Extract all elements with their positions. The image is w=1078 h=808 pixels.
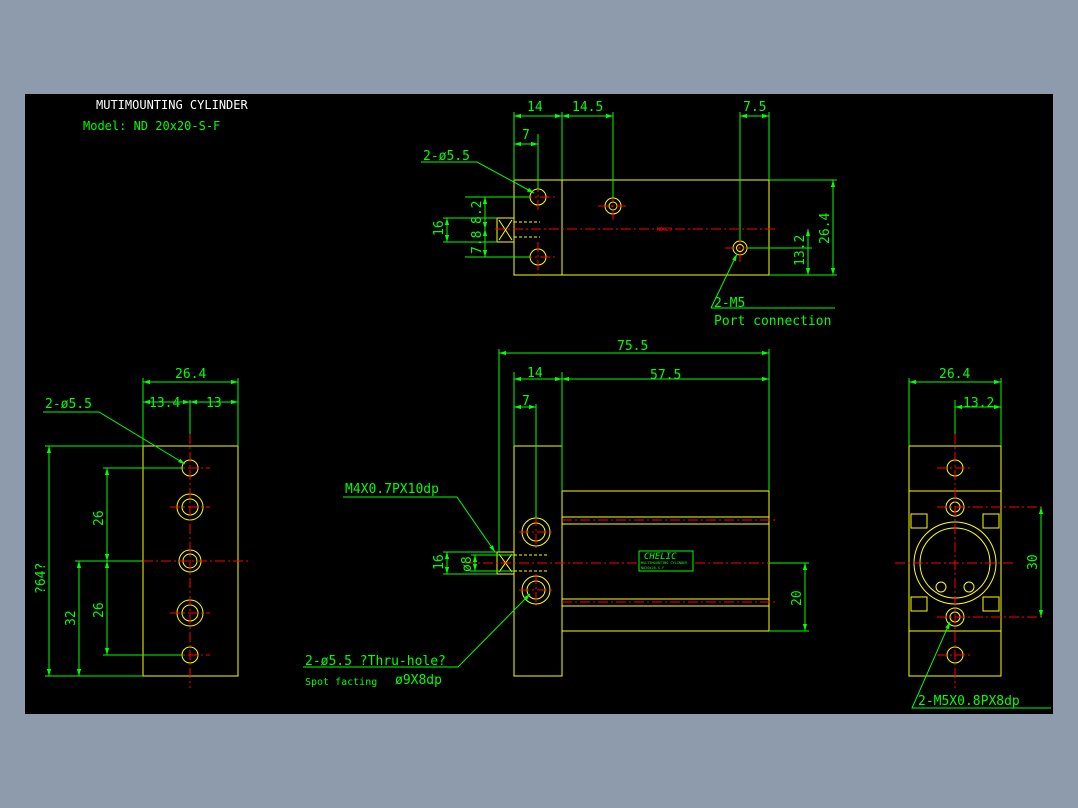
drawing-title: MUTIMOUNTING CYLINDER [96, 98, 248, 112]
top-port-note: Port connection [714, 314, 831, 329]
dim-side-26-4: 26.4 [175, 367, 206, 382]
front-thread-label: M4X0.7PX10dp [345, 482, 439, 497]
plate-line-1: MULTIMOUNTING CYLINDER [641, 561, 688, 565]
dim-front-20: 20 [790, 590, 805, 606]
dim-top-7-8: 7.8 [470, 231, 485, 254]
top-port-label: 2-M5 [714, 296, 745, 311]
front-spot-dim: ø9X8dp [395, 673, 442, 688]
dim-side-64: ?64? [34, 563, 49, 594]
plate-line-2: ND20x20-S-F [641, 566, 664, 570]
dim-side-26b: 26 [92, 602, 107, 618]
model-label: Model: ND 20x20-S-F [83, 119, 220, 133]
dim-side-32: 32 [64, 610, 79, 626]
dim-front-57-5: 57.5 [650, 368, 681, 383]
dim-front-7: 7 [522, 394, 530, 409]
dim-front-d8: ø8 [460, 556, 475, 572]
dim-top-8-2: 8.2 [470, 201, 485, 224]
dim-top-16: 16 [432, 220, 447, 236]
dim-top-7: 7 [522, 128, 530, 143]
end-thread-label: 2-M5X0.8PX8dp [918, 694, 1020, 709]
dim-front-16: 16 [432, 554, 447, 570]
front-spot-label: Spot facting [305, 677, 377, 688]
dim-side-13-4: 13.4 [149, 396, 180, 411]
side-hole-label: 2-ø5.5 [45, 397, 92, 412]
dim-side-13: 13 [206, 396, 222, 411]
front-flange [513, 445, 563, 677]
dim-side-26a: 26 [92, 510, 107, 526]
top-hole-label: 2-ø5.5 [423, 149, 470, 164]
front-hole-label: 2-ø5.5 ?Thru-hole? [305, 654, 446, 669]
dim-top-26-4: 26.4 [818, 213, 833, 244]
top-center-tag: NDO20 [657, 227, 672, 233]
dim-top-7-5: 7.5 [743, 100, 766, 115]
dim-top-13-2: 13.2 [793, 235, 808, 266]
front-view: CHELIC MULTIMOUNTING CYLINDER ND20x20-S-… [303, 339, 809, 688]
drawing-viewport[interactable]: MUTIMOUNTING CYLINDER Model: ND 20x20-S-… [25, 94, 1053, 714]
dim-top-14: 14 [527, 100, 543, 115]
end-view: 26.4 13.2 30 2-M5X0.8PX8dp [895, 367, 1051, 709]
top-body-outline [513, 179, 770, 276]
cad-drawing: MUTIMOUNTING CYLINDER Model: ND 20x20-S-… [34, 98, 1051, 709]
dim-front-14: 14 [527, 366, 543, 381]
dim-top-14-5: 14.5 [572, 100, 603, 115]
top-view: NDO20 14 14.5 7.5 7 2-ø5.5 2-M5 Port con… [421, 100, 837, 329]
dim-end-30: 30 [1026, 554, 1041, 570]
dim-front-75-5: 75.5 [617, 339, 648, 354]
side-view: 26.4 13.4 13 2-ø5.5 ?64? 32 26 26 [34, 367, 251, 688]
dim-end-26-4: 26.4 [939, 367, 970, 382]
dim-end-13-2: 13.2 [963, 396, 994, 411]
